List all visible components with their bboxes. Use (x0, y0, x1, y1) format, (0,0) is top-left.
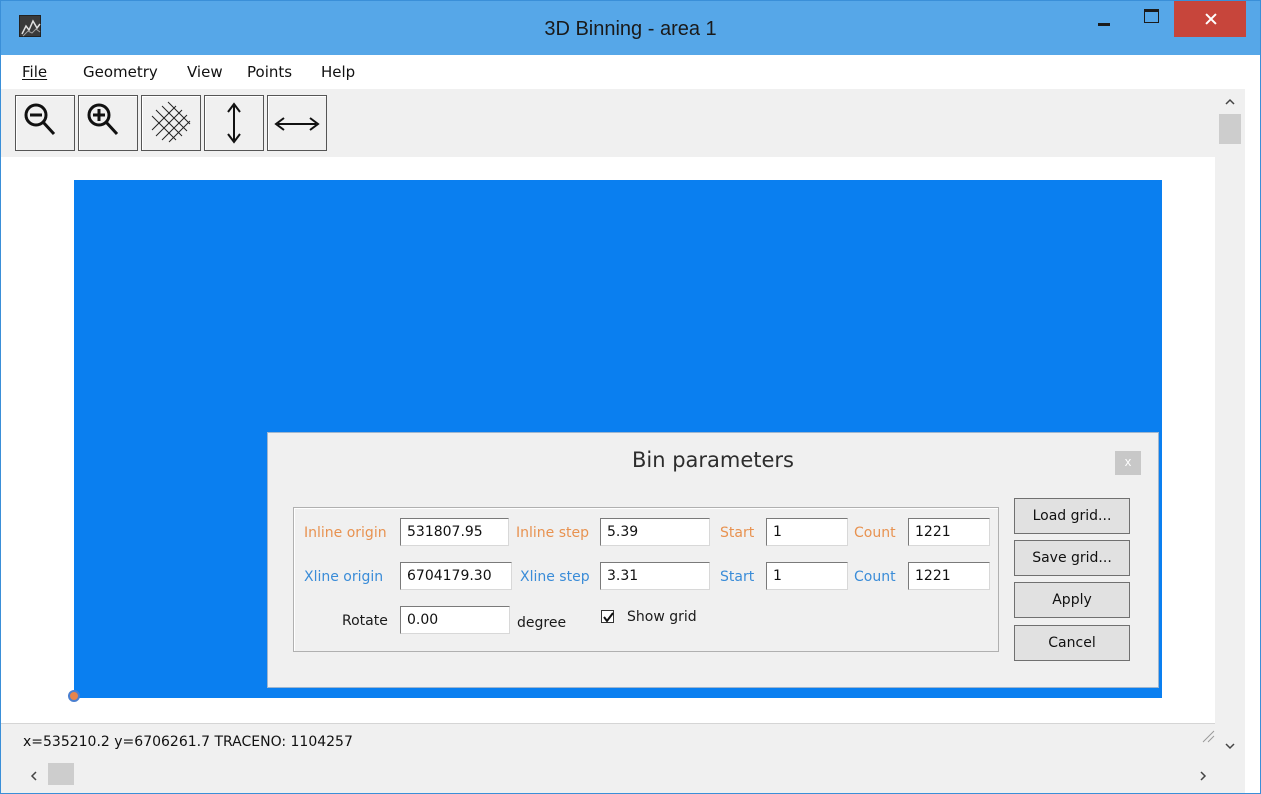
grid-icon (151, 101, 191, 143)
title-bar[interactable]: 3D Binning - area 1 (1, 1, 1260, 55)
vertical-scroll-thumb[interactable] (1219, 114, 1241, 144)
status-bar: x=535210.2 y=6706261.7 TRACENO: 1104257 (1, 723, 1215, 759)
xline-start-label: Start (720, 569, 755, 585)
xline-origin-label: Xline origin (304, 569, 384, 585)
load-grid-button[interactable]: Load grid... (1014, 498, 1130, 534)
rotate-input[interactable]: 0.00 (400, 606, 510, 634)
origin-marker[interactable] (68, 690, 80, 702)
menu-view[interactable]: View (187, 63, 223, 81)
resize-grip-icon[interactable] (1201, 729, 1215, 743)
rotate-unit: degree (517, 615, 567, 631)
apply-button[interactable]: Apply (1014, 582, 1130, 618)
toolbar (1, 89, 1215, 157)
vertical-scrollbar[interactable] (1215, 89, 1245, 759)
inline-count-input[interactable]: 1221 (908, 518, 990, 546)
menu-geometry[interactable]: Geometry (83, 63, 158, 81)
menu-bar: File Geometry View Points Help (1, 55, 1260, 89)
xline-count-input[interactable]: 1221 (908, 562, 990, 590)
close-icon: x (1124, 454, 1132, 469)
checkmark-icon (603, 612, 614, 623)
bin-parameters-dialog: Bin parameters x Inline origin 531807.95… (267, 432, 1159, 688)
grid-button[interactable] (141, 95, 201, 151)
show-grid-checkbox[interactable] (601, 610, 614, 623)
inline-start-label: Start (720, 525, 755, 541)
inline-step-input[interactable]: 5.39 (600, 518, 710, 546)
xline-origin-input[interactable]: 6704179.30 (400, 562, 512, 590)
xline-step-label: Xline step (520, 569, 590, 585)
rotate-label: Rotate (342, 613, 388, 629)
horizontal-arrow-icon (274, 117, 320, 131)
inline-origin-label: Inline origin (304, 525, 387, 541)
horizontal-scroll-thumb[interactable] (48, 763, 74, 785)
inline-count-label: Count (854, 525, 896, 541)
cancel-button[interactable]: Cancel (1014, 625, 1130, 661)
horizontal-stretch-button[interactable] (267, 95, 327, 151)
status-text: x=535210.2 y=6706261.7 TRACENO: 1104257 (23, 734, 353, 750)
xline-step-input[interactable]: 3.31 (600, 562, 710, 590)
zoom-out-button[interactable] (15, 95, 75, 151)
menu-file[interactable]: File (22, 63, 47, 81)
horizontal-scrollbar[interactable] (1, 759, 1245, 793)
close-button[interactable] (1174, 1, 1246, 37)
menu-points[interactable]: Points (247, 63, 292, 81)
main-window: 3D Binning - area 1 File Geometry View P… (0, 0, 1261, 794)
show-grid-label[interactable]: Show grid (627, 609, 697, 625)
zoom-out-icon (24, 103, 56, 136)
dialog-title: Bin parameters (631, 448, 795, 472)
inline-step-label: Inline step (516, 525, 590, 541)
xline-count-label: Count (854, 569, 896, 585)
vertical-stretch-button[interactable] (204, 95, 264, 151)
minimize-button[interactable] (1081, 1, 1127, 33)
menu-help[interactable]: Help (321, 63, 355, 81)
scroll-up-icon[interactable] (1223, 95, 1237, 109)
inline-start-input[interactable]: 1 (766, 518, 848, 546)
scroll-left-icon[interactable] (27, 769, 41, 783)
xline-start-input[interactable]: 1 (766, 562, 848, 590)
inline-origin-input[interactable]: 531807.95 (400, 518, 509, 546)
vertical-arrow-icon (227, 102, 241, 144)
zoom-in-button[interactable] (78, 95, 138, 151)
maximize-button[interactable] (1128, 1, 1174, 33)
scroll-right-icon[interactable] (1196, 769, 1210, 783)
save-grid-button[interactable]: Save grid... (1014, 540, 1130, 576)
zoom-in-icon (87, 103, 119, 136)
window-title: 3D Binning - area 1 (544, 18, 717, 40)
dialog-close-button[interactable]: x (1115, 451, 1141, 475)
scroll-down-icon[interactable] (1223, 739, 1237, 753)
